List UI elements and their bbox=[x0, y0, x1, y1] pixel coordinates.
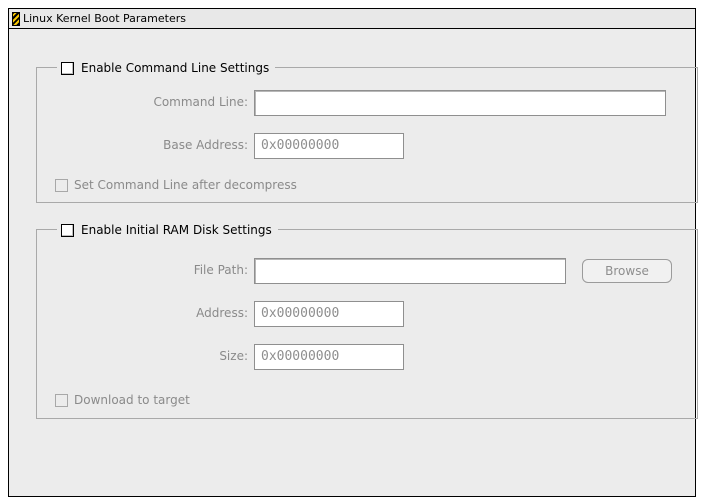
window-icon bbox=[12, 12, 20, 26]
initial-ram-disk-settings-header[interactable]: Enable Initial RAM Disk Settings bbox=[57, 222, 278, 238]
enable-command-line-settings-checkbox[interactable] bbox=[61, 61, 74, 75]
initial-ram-disk-settings-group: Enable Initial RAM Disk Settings File Pa… bbox=[36, 222, 698, 419]
command-line-label: Command Line: bbox=[153, 95, 248, 109]
download-to-target-checkbox[interactable] bbox=[55, 393, 68, 407]
file-path-label: File Path: bbox=[193, 263, 248, 277]
address-label: Address: bbox=[196, 306, 248, 320]
browse-button[interactable]: Browse bbox=[582, 259, 672, 283]
enable-command-line-settings-label: Enable Command Line Settings bbox=[81, 61, 270, 75]
window-titlebar[interactable]: Linux Kernel Boot Parameters bbox=[9, 9, 695, 29]
set-command-line-after-decompress-label: Set Command Line after decompress bbox=[74, 178, 297, 192]
ram-disk-size-input[interactable]: 0x00000000 bbox=[254, 344, 404, 370]
window-title: Linux Kernel Boot Parameters bbox=[23, 12, 186, 25]
linux-kernel-boot-parameters-window: Linux Kernel Boot Parameters Enable Comm… bbox=[8, 8, 698, 497]
enable-initial-ram-disk-settings-label: Enable Initial RAM Disk Settings bbox=[81, 223, 272, 237]
ram-disk-address-input[interactable]: 0x00000000 bbox=[254, 301, 404, 327]
command-line-settings-header[interactable]: Enable Command Line Settings bbox=[57, 60, 276, 76]
command-line-input[interactable] bbox=[254, 90, 666, 116]
size-label: Size: bbox=[219, 349, 248, 363]
set-command-line-after-decompress[interactable]: Set Command Line after decompress bbox=[55, 178, 297, 192]
download-to-target[interactable]: Download to target bbox=[55, 393, 190, 407]
set-command-line-after-decompress-checkbox[interactable] bbox=[55, 178, 68, 192]
file-path-input[interactable] bbox=[254, 258, 566, 284]
enable-initial-ram-disk-settings-checkbox[interactable] bbox=[61, 223, 74, 237]
download-to-target-label: Download to target bbox=[74, 393, 190, 407]
base-address-label: Base Address: bbox=[163, 138, 248, 152]
base-address-input[interactable]: 0x00000000 bbox=[254, 133, 404, 159]
command-line-settings-group: Enable Command Line Settings Command Lin… bbox=[36, 60, 698, 203]
